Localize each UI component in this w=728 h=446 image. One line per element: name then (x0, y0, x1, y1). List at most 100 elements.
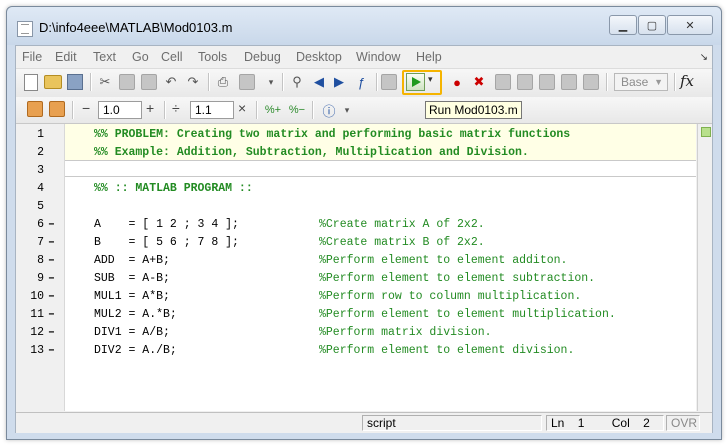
code-line[interactable]: 11– MUL2 = A.*B; %Perform element to eleme… (16, 306, 696, 324)
code-line[interactable]: 13– DIV2 = A./B; %Perform element to eleme… (16, 342, 696, 360)
toolbar-divider (282, 73, 284, 91)
breakpoint-marker[interactable]: – (48, 234, 55, 252)
help-dropdown[interactable]: ▾ (338, 101, 356, 119)
redo-button[interactable]: ↷ (184, 73, 202, 91)
clear-breakpoints-button[interactable]: ✖ (470, 73, 488, 91)
print-button[interactable]: ⎙ (214, 73, 232, 91)
percent-remove-button[interactable]: %− (288, 101, 306, 119)
cut-button[interactable]: ✂ (96, 73, 114, 91)
maximize-button[interactable]: ▢ (638, 15, 666, 35)
toolbar-divider (256, 101, 258, 119)
menu-edit[interactable]: Edit (55, 50, 77, 64)
step-in-icon (517, 74, 533, 90)
back-button[interactable]: ◀ (310, 73, 328, 91)
cell-mode-button[interactable] (48, 100, 66, 118)
document-icon (17, 21, 33, 37)
undock-icon[interactable]: ↘ (700, 52, 708, 63)
multiply-button[interactable]: × (238, 100, 246, 116)
column-label: Col (611, 416, 630, 430)
arrow-left-icon: ◀ (314, 74, 324, 89)
menu-desktop[interactable]: Desktop (296, 50, 342, 64)
menu-go[interactable]: Go (132, 50, 149, 64)
menu-bar: File Edit Text Go Cell Tools Debug Deskt… (16, 46, 712, 68)
code-line[interactable]: 6– A = [ 1 2 ; 3 4 ]; %Create matrix A of … (16, 216, 696, 234)
stack-select[interactable]: Base ▼ (614, 73, 668, 91)
copy-icon (119, 74, 135, 90)
code-line[interactable]: 12– DIV1 = A/B; %Perform matrix division. (16, 324, 696, 342)
code-line[interactable]: 8– ADD = A+B; %Perform element to element … (16, 252, 696, 270)
close-button[interactable]: ✕ (667, 15, 713, 35)
menu-debug[interactable]: Debug (244, 50, 281, 64)
code-line[interactable]: 5 (16, 198, 696, 216)
scale-value-input[interactable] (190, 101, 234, 119)
continue-button[interactable] (560, 73, 578, 91)
step-button[interactable] (494, 73, 512, 91)
save-icon (67, 74, 83, 90)
publish-button[interactable] (238, 73, 256, 91)
vertical-scrollbar[interactable] (697, 124, 712, 411)
info-icon: ⓘ (322, 103, 336, 119)
paste-button[interactable] (140, 73, 158, 91)
breakpoint-marker[interactable]: – (48, 270, 55, 288)
breakpoint-marker[interactable]: – (48, 288, 55, 306)
percent-add-button[interactable]: %+ (264, 101, 282, 119)
new-file-button[interactable] (22, 73, 40, 91)
increment-button[interactable]: + (146, 100, 154, 116)
code-line[interactable]: 7– B = [ 5 6 ; 7 8 ]; %Create matrix B of … (16, 234, 696, 252)
status-bar: script Ln 1 Col 2 OVR (16, 412, 712, 433)
menu-file[interactable]: File (22, 50, 42, 64)
undo-button[interactable]: ↶ (162, 73, 180, 91)
breakpoint-marker[interactable]: – (48, 324, 55, 342)
publish-dropdown[interactable]: ▾ (262, 73, 280, 91)
menu-help[interactable]: Help (416, 50, 442, 64)
insert-cell-icon (27, 101, 43, 117)
menu-text[interactable]: Text (93, 50, 116, 64)
menu-cell[interactable]: Cell (161, 50, 183, 64)
breakpoint-marker[interactable]: – (48, 342, 55, 360)
line-number: 8 (37, 254, 44, 267)
step-out-button[interactable] (538, 73, 556, 91)
redo-icon: ↷ (187, 74, 199, 89)
code-comment: %Perform element to element subtraction. (319, 272, 596, 285)
line-number: 9 (37, 272, 44, 285)
code-editor[interactable]: 1 %% PROBLEM: Creating two matrix and per… (16, 124, 696, 411)
menu-tools[interactable]: Tools (198, 50, 227, 64)
decrement-button[interactable]: − (82, 100, 90, 116)
breakpoint-marker[interactable]: – (48, 216, 55, 234)
open-file-button[interactable] (44, 73, 62, 91)
chevron-down-icon: ▾ (428, 74, 433, 84)
minimize-button[interactable]: ▁ (609, 15, 637, 35)
breakpoint-marker[interactable]: – (48, 252, 55, 270)
save-button[interactable] (66, 73, 84, 91)
run-dropdown[interactable]: ▾ (428, 74, 433, 85)
step-in-button[interactable] (516, 73, 534, 91)
breakpoint-marker[interactable]: – (48, 306, 55, 324)
insert-cell-button[interactable] (26, 100, 44, 118)
copy-button[interactable] (118, 73, 136, 91)
code-line[interactable]: 3 (16, 162, 696, 180)
exit-debug-button[interactable] (582, 73, 600, 91)
toolbar-divider (312, 101, 314, 119)
breakpoint-button[interactable] (380, 73, 398, 91)
title-bar[interactable]: D:\info4eee\MATLAB\Mod0103.m ▁ ▢ ✕ (7, 7, 721, 45)
step-value-input[interactable] (98, 101, 142, 119)
menu-window[interactable]: Window (356, 50, 400, 64)
exit-debug-icon (583, 74, 599, 90)
code-text: A = [ 1 2 ; 3 4 ]; (94, 218, 239, 231)
code-line[interactable]: 10– MUL1 = A*B; %Perform row to column mul… (16, 288, 696, 306)
fx-icon[interactable]: fx (680, 72, 694, 90)
code-line[interactable]: 2 %% Example: Addition, Subtraction, Mult… (16, 144, 696, 162)
editor-window: D:\info4eee\MATLAB\Mod0103.m ▁ ▢ ✕ File … (6, 6, 722, 440)
help-button[interactable]: ⓘ (320, 101, 338, 119)
run-button[interactable] (406, 73, 425, 91)
divide-button[interactable]: ÷ (172, 100, 180, 116)
code-line[interactable]: 4 %% :: MATLAB PROGRAM :: (16, 180, 696, 198)
function-browser-button[interactable]: ƒ (352, 73, 370, 91)
code-text: %% Example: Addition, Subtraction, Multi… (94, 146, 529, 159)
forward-button[interactable]: ▶ (330, 73, 348, 91)
undo-icon: ↶ (165, 74, 177, 89)
find-button[interactable]: ⚲ (288, 73, 306, 91)
code-line[interactable]: 9– SUB = A-B; %Perform element to element … (16, 270, 696, 288)
code-line[interactable]: 1 %% PROBLEM: Creating two matrix and per… (16, 126, 696, 144)
set-breakpoint-button[interactable]: ● (448, 73, 466, 91)
